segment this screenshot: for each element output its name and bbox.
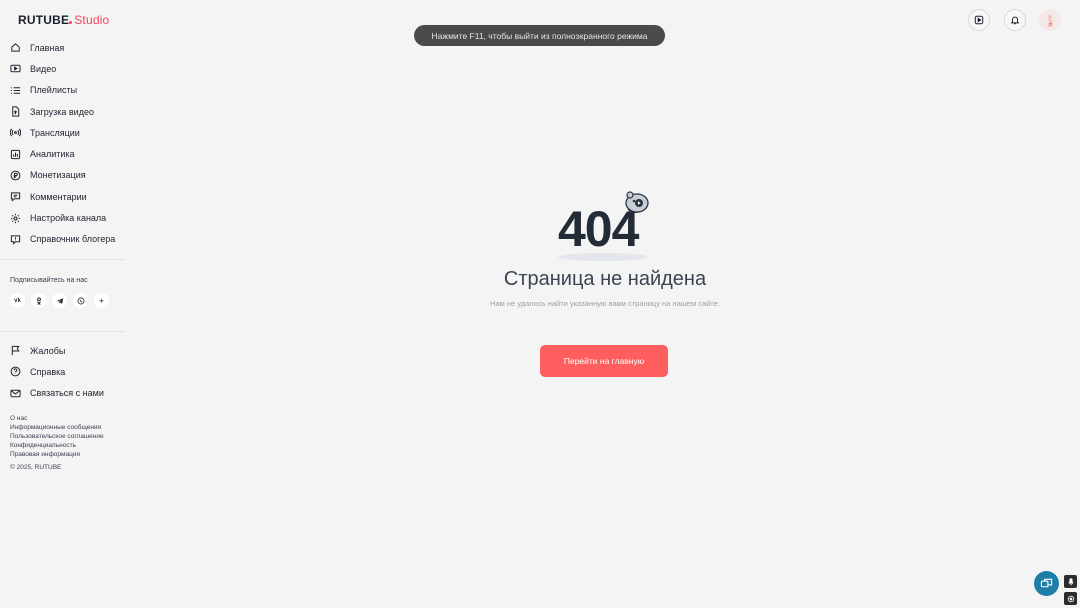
sidebar-divider	[0, 259, 125, 260]
footer-link-privacy[interactable]: Конфиденциальность	[10, 441, 104, 450]
bell-icon	[1010, 15, 1020, 25]
sidebar-item-label: Аналитика	[30, 149, 75, 160]
sidebar-item-comments[interactable]: Комментарии	[10, 186, 125, 207]
sidebar-item-label: Связаться с нами	[30, 388, 104, 399]
main-nav: Главная Видео Плейлисты Загрузка видео Т…	[10, 37, 125, 250]
sidebar-item-label: Плейлисты	[30, 85, 78, 96]
video-icon	[10, 63, 21, 74]
sidebar-item-broadcasts[interactable]: Трансляции	[10, 122, 125, 143]
social-links: vk +	[10, 293, 109, 308]
upload-video-button[interactable]	[968, 9, 990, 31]
sidebar-item-contact[interactable]: Связаться с нами	[10, 383, 125, 404]
sidebar-item-playlists[interactable]: Плейлисты	[10, 80, 125, 101]
sidebar: RUTUBE Studio Главная Видео Плейлисты Заг…	[0, 0, 125, 608]
sidebar-divider	[0, 331, 125, 332]
home-icon	[10, 42, 21, 53]
sidebar-item-upload[interactable]: Загрузка видео	[10, 101, 125, 122]
error-subtitle: Нам не удалось найти указанную вами стра…	[490, 299, 720, 308]
playlist-icon	[10, 85, 21, 96]
ruble-icon	[10, 170, 21, 181]
sidebar-item-monetization[interactable]: Монетизация	[10, 165, 125, 186]
support-chat-button[interactable]	[1034, 571, 1059, 596]
sidebar-item-label: Настройка канала	[30, 213, 107, 224]
sidebar-item-label: Главная	[30, 42, 65, 53]
subscribe-title: Подписывайтесь на нас	[10, 277, 88, 284]
sidebar-item-video[interactable]: Видео	[10, 58, 125, 79]
flag-icon	[10, 345, 21, 356]
mail-icon	[10, 388, 21, 399]
copyright: © 2025, RUTUBE	[10, 464, 62, 471]
sidebar-item-label: Загрузка видео	[30, 106, 94, 117]
microphone-icon	[1067, 577, 1075, 586]
add-video-icon	[974, 15, 984, 25]
sidebar-item-channel-settings[interactable]: Настройка канала	[10, 207, 125, 228]
upload-icon	[10, 106, 21, 117]
sidebar-item-label: Трансляции	[30, 127, 80, 138]
info-icon	[10, 234, 21, 245]
chat-icon	[1040, 577, 1053, 590]
avatar[interactable]	[1039, 9, 1061, 31]
sidebar-item-label: Жалобы	[30, 345, 66, 356]
target-button[interactable]	[1064, 592, 1077, 605]
footer-link-terms[interactable]: Пользовательское соглашение	[10, 432, 104, 441]
footer-link-about[interactable]: О нас	[10, 414, 104, 423]
microphone-button[interactable]	[1064, 575, 1077, 588]
footer-link-news[interactable]: Информационные сообщения	[10, 423, 104, 432]
error-title: Страница не найдена	[503, 268, 707, 290]
help-icon	[10, 366, 21, 377]
analytics-icon	[10, 149, 21, 160]
fullscreen-toast: Нажмите F11, чтобы выйти из полноэкранно…	[414, 25, 665, 46]
plus-icon[interactable]: +	[94, 293, 109, 308]
sidebar-item-home[interactable]: Главная	[10, 37, 125, 58]
sidebar-item-label: Видео	[30, 63, 57, 74]
rutube-studio-logo[interactable]: RUTUBE Studio	[18, 13, 109, 30]
sidebar-item-complaints[interactable]: Жалобы	[10, 340, 125, 361]
footer-link-legal[interactable]: Правовая информация	[10, 450, 104, 459]
sidebar-item-label: Монетизация	[30, 170, 86, 181]
broadcast-icon	[10, 127, 21, 138]
sidebar-item-label: Комментарии	[30, 191, 87, 202]
vk-icon[interactable]: vk	[10, 293, 25, 308]
ok-icon[interactable]	[31, 293, 46, 308]
sidebar-item-analytics[interactable]: Аналитика	[10, 143, 125, 164]
footer-links: О нас Информационные сообщения Пользоват…	[10, 414, 104, 459]
notifications-button[interactable]	[1004, 9, 1026, 31]
sidebar-item-blogger-guide[interactable]: Справочник блогера	[10, 229, 125, 250]
avatar-image	[1047, 14, 1053, 27]
target-icon	[1067, 595, 1075, 603]
viber-icon[interactable]	[73, 293, 88, 308]
logo-brand: RUTUBE	[18, 13, 70, 27]
telegram-icon[interactable]	[52, 293, 67, 308]
mascot-illustration	[623, 190, 651, 221]
gear-icon	[10, 213, 21, 224]
go-home-button[interactable]: Перейти на главную	[540, 345, 668, 377]
sidebar-item-help[interactable]: Справка	[10, 361, 125, 382]
sidebar-item-label: Справка	[30, 366, 66, 377]
comment-icon	[10, 191, 21, 202]
sidebar-item-label: Справочник блогера	[30, 234, 116, 245]
secondary-nav: Жалобы Справка Связаться с нами	[10, 340, 125, 404]
logo-product: Studio	[74, 13, 110, 27]
